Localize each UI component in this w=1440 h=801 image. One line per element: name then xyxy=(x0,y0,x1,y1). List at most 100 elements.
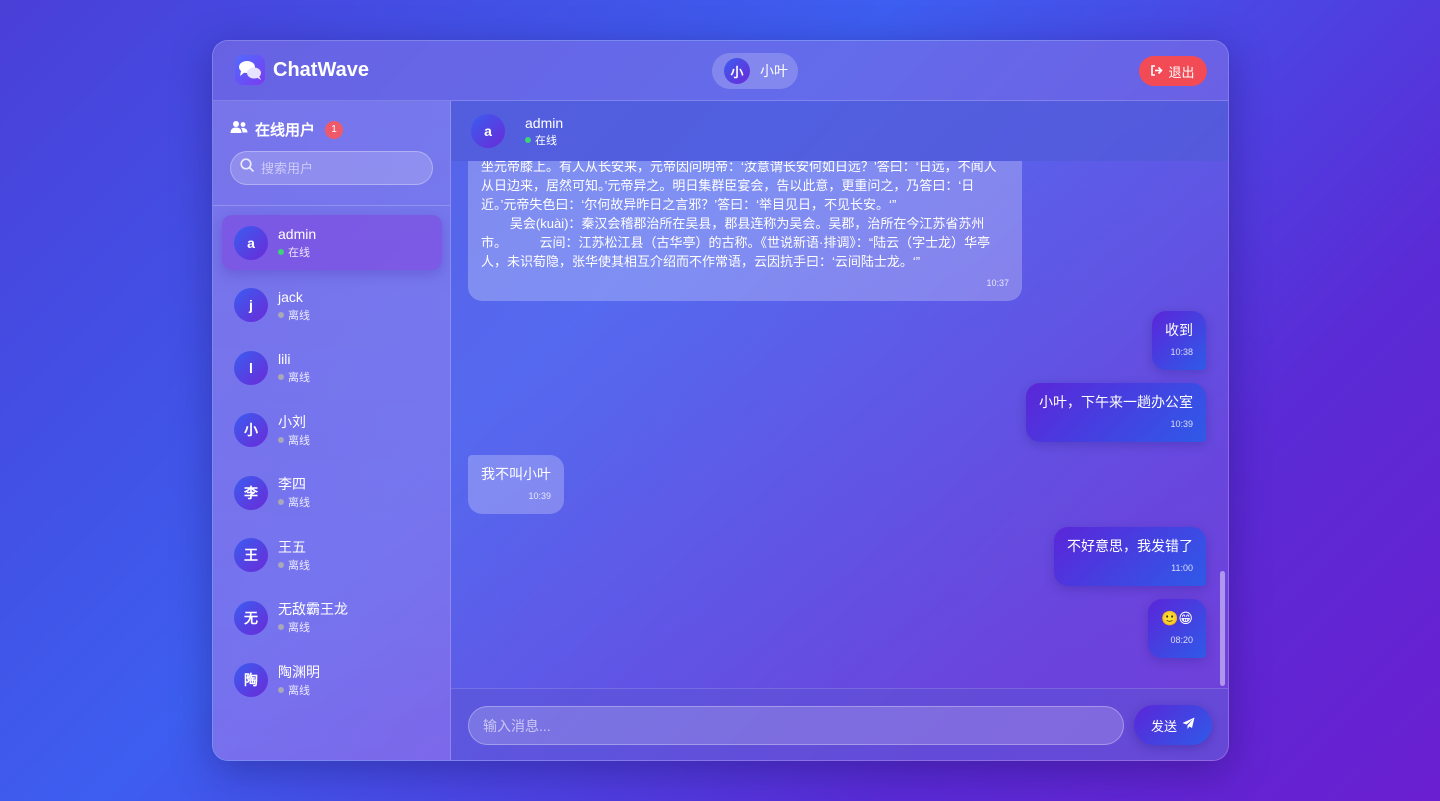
user-status-text: 在线 xyxy=(288,247,310,259)
message-outgoing: 🙂😁 08:20 xyxy=(1147,599,1206,658)
user-item[interactable]: l lili 离线 xyxy=(222,340,442,395)
user-name: 李四 xyxy=(278,476,306,492)
user-name: admin xyxy=(278,226,317,242)
contact-name: admin xyxy=(525,115,564,131)
send-button[interactable]: 发送 xyxy=(1134,705,1212,745)
sidebar: 在线用户 1 aadmin在线jjack离线llili离线小小刘离线李李四离线王… xyxy=(213,101,451,760)
composer: 发送 xyxy=(451,688,1228,760)
avatar: 无 xyxy=(234,600,268,635)
message-time: 10:39 xyxy=(1170,419,1193,429)
sign-out-icon xyxy=(1151,64,1164,79)
user-status: 离线 xyxy=(278,432,310,448)
avatar: j xyxy=(234,288,268,322)
top-bar: ChatWave 小 小叶 退出 xyxy=(213,41,1228,101)
chat-bubbles-icon xyxy=(235,55,265,85)
message-text: 我不叫小叶 xyxy=(481,466,551,482)
chat-panel: a admin 在线 坐元帝膝上。有人从长安来，元帝因问明帝：‘汝意谓长安何如日… xyxy=(451,101,1228,760)
user-list: a admin 在线 j jack 离线 l lili 离线小小刘 离线李李四 离线王王五 离线无无敌… xyxy=(222,215,442,715)
user-info: lili 离线 xyxy=(278,350,310,385)
user-item[interactable]: 李李四 离线 xyxy=(222,465,442,520)
message-time: 10:37 xyxy=(986,278,1009,288)
message-time: 10:39 xyxy=(528,491,551,501)
avatar: 小 xyxy=(234,413,268,447)
user-name: lili xyxy=(278,351,291,367)
message-time: 08:20 xyxy=(1170,635,1193,645)
avatar: 小 xyxy=(724,58,750,84)
paper-plane-icon xyxy=(1182,717,1195,733)
user-name: 小刘 xyxy=(278,413,306,430)
user-name: jack xyxy=(278,288,303,305)
avatar: 李 xyxy=(234,475,268,510)
status-dot xyxy=(278,624,284,630)
user-name: 无敌霸王龙 xyxy=(278,601,348,617)
search-input[interactable] xyxy=(261,160,421,176)
status-dot xyxy=(278,249,284,255)
status-dot xyxy=(278,561,284,568)
online-dot xyxy=(525,137,531,143)
user-status-text: 离线 xyxy=(288,622,310,634)
send-label: 发送 xyxy=(1150,718,1177,734)
message-outgoing: 不好意思，我发错了 11:00 xyxy=(1054,527,1206,586)
message-outgoing: 收到 10:38 xyxy=(1152,311,1206,370)
user-status: 在线 xyxy=(278,244,316,260)
avatar: 王 xyxy=(234,538,268,572)
user-status-text: 离线 xyxy=(288,372,310,384)
status-dot xyxy=(278,374,284,380)
user-info: 李四 离线 xyxy=(278,475,310,510)
online-count-badge: 1 xyxy=(325,120,344,139)
user-status-text: 离线 xyxy=(288,309,310,322)
message-time: 11:00 xyxy=(1171,563,1193,573)
message-list[interactable]: 坐元帝膝上。有人从长安来，元帝因问明帝：‘汝意谓长安何如日远？’答曰：‘日远，不… xyxy=(451,161,1228,688)
divider xyxy=(213,205,450,206)
status-dot xyxy=(278,686,284,693)
sidebar-title: 在线用户 xyxy=(255,122,316,139)
message-incoming: 我不叫小叶 10:39 xyxy=(468,455,564,514)
chat-app-window: ChatWave 小 小叶 退出 在线用户 1 搜索用户 a admin 在线 … xyxy=(212,40,1229,761)
user-item[interactable]: 小小刘离线 xyxy=(222,403,442,458)
message-incoming: 坐元帝膝上。有人从长安来，元帝因问明帝：‘汝意谓长安何如日远？’答曰：‘日远，不… xyxy=(468,161,1022,301)
avatar: a xyxy=(471,114,505,148)
scrollbar-thumb[interactable] xyxy=(1220,571,1225,686)
user-status: 离线 xyxy=(278,369,310,385)
avatar: 陶 xyxy=(234,663,268,697)
status-dot xyxy=(278,499,284,505)
user-status-text: 离线 xyxy=(288,559,310,572)
avatar: l xyxy=(234,350,268,385)
user-name: 陶渊明 xyxy=(278,663,320,680)
message-text: 小叶，下午来一趟办公室 xyxy=(1039,394,1193,410)
user-status: 离线 xyxy=(278,557,310,573)
user-item[interactable]: 无无敌霸王龙离线 xyxy=(222,590,442,645)
contact-status: 在线 xyxy=(525,132,563,148)
message-time: 10:38 xyxy=(1170,347,1193,357)
message-text: 🙂😁 xyxy=(1160,610,1193,626)
message-text: 收到 xyxy=(1165,322,1193,338)
status-dot xyxy=(278,311,284,318)
contact-status-text: 在线 xyxy=(535,135,557,147)
message-input[interactable] xyxy=(468,706,1124,745)
chat-header: a admin 在线 xyxy=(451,101,1228,161)
user-status-text: 离线 xyxy=(288,434,310,447)
current-user-pill[interactable]: 小 小叶 xyxy=(712,53,798,89)
user-item[interactable]: 陶陶渊明 离线 xyxy=(222,653,442,708)
sidebar-header: 在线用户 1 xyxy=(230,119,344,140)
scrollbar[interactable] xyxy=(1220,161,1226,688)
user-info: jack 离线 xyxy=(278,288,310,323)
user-status: 离线 xyxy=(278,619,348,635)
user-search xyxy=(230,151,433,185)
logout-label: 退出 xyxy=(1168,64,1195,80)
status-dot xyxy=(278,436,284,443)
user-item[interactable]: j jack 离线 xyxy=(222,278,442,333)
user-item[interactable]: 王王五离线 xyxy=(222,528,442,583)
current-user-name: 小叶 xyxy=(760,63,788,79)
user-info: 无敌霸王龙离线 xyxy=(278,600,348,635)
user-info: 王五离线 xyxy=(278,538,310,573)
user-name: 王五 xyxy=(278,538,306,555)
message-outgoing: 小叶，下午来一趟办公室 10:39 xyxy=(1026,383,1206,442)
avatar: a xyxy=(234,225,268,260)
users-icon xyxy=(230,120,248,139)
logout-button[interactable]: 退出 xyxy=(1139,56,1207,86)
user-item[interactable]: a admin 在线 xyxy=(222,215,442,270)
message-text: 不好意思，我发错了 xyxy=(1067,538,1193,554)
message-text: 坐元帝膝上。有人从长安来，元帝因问明帝：‘汝意谓长安何如日远？’答曰：‘日远，不… xyxy=(481,161,997,269)
brand-name: ChatWave xyxy=(273,58,369,81)
